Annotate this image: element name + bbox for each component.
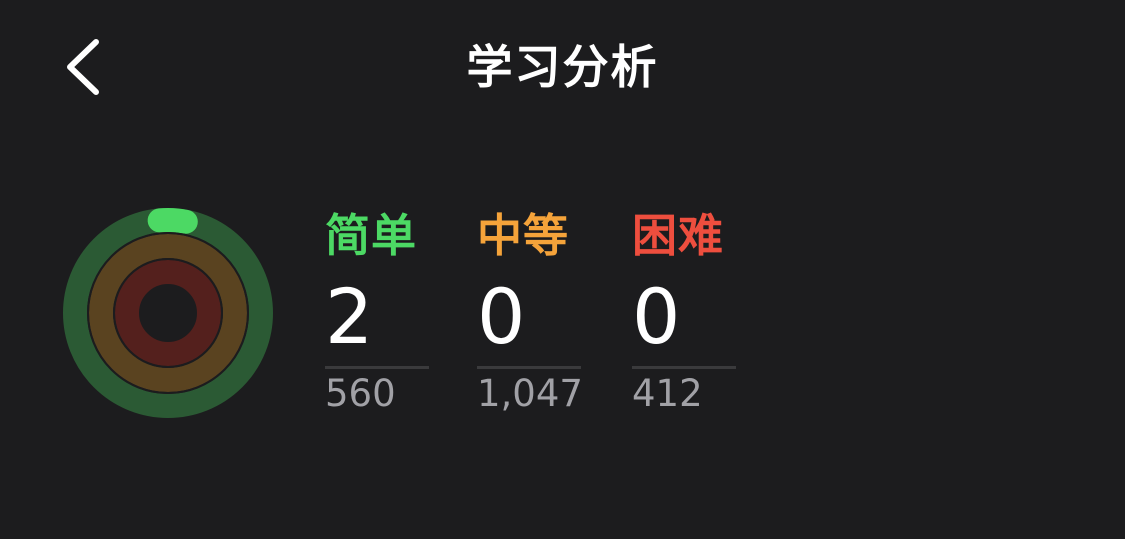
stat-medium-divider (477, 366, 581, 369)
hard-ring-track (115, 260, 221, 366)
stat-hard-value: 0 (632, 272, 681, 361)
stat-medium-label: 中等 (477, 209, 570, 262)
stat-medium-total: 1,047 (477, 372, 583, 415)
stat-easy: 简单 2 560 (325, 204, 445, 417)
stat-medium-value: 0 (477, 272, 526, 361)
difficulty-progress-rings (62, 207, 274, 419)
stat-hard-divider (632, 366, 736, 369)
stat-easy-value: 2 (325, 272, 374, 361)
stat-easy-total: 560 (325, 372, 396, 415)
stat-easy-label: 简单 (325, 209, 418, 262)
stat-easy-divider (325, 366, 429, 369)
stat-hard-total: 412 (632, 372, 703, 415)
stat-hard: 困难 0 412 (632, 204, 752, 417)
page-title: 学习分析 (466, 40, 659, 94)
stat-hard-label: 困难 (632, 209, 725, 262)
stat-medium: 中等 0 1,047 (477, 204, 597, 417)
easy-ring-progress (147, 208, 198, 234)
